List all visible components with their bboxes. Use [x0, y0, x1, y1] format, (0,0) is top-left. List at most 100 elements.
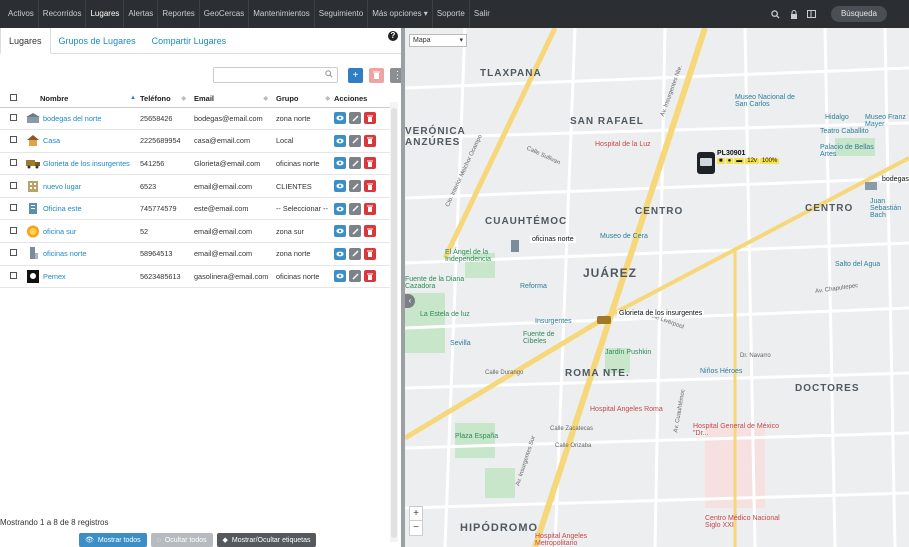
- place-marker[interactable]: [865, 182, 877, 192]
- view-button[interactable]: [334, 247, 346, 260]
- delete-button[interactable]: [364, 180, 376, 193]
- search-button[interactable]: Búsqueda: [830, 6, 887, 22]
- row-checkbox[interactable]: [9, 226, 17, 234]
- table-row[interactable]: oficina sur 52 email@email.com zona sur: [0, 219, 390, 244]
- delete-selected-button[interactable]: [369, 67, 384, 83]
- row-checkbox[interactable]: [9, 249, 17, 257]
- col-grupo[interactable]: Grupo ◆: [272, 91, 334, 108]
- view-button[interactable]: [334, 225, 346, 238]
- sidebar-toggle-icon[interactable]: [807, 9, 817, 19]
- delete-button[interactable]: [364, 225, 376, 238]
- place-name-link[interactable]: nuevo lugar: [43, 182, 81, 191]
- nav-item[interactable]: Soporte: [433, 0, 470, 28]
- name-cell: nuevo lugar: [26, 174, 140, 198]
- phone-cell: 2225689954: [140, 129, 190, 153]
- table-row[interactable]: Glorieta de los insurgentes 541256 Glori…: [0, 152, 390, 176]
- table-row[interactable]: nuevo lugar 6523 email@email.com CLIENTE…: [0, 174, 390, 198]
- view-button[interactable]: [334, 134, 346, 147]
- nav-item[interactable]: GeoCercas: [200, 0, 250, 28]
- edit-button[interactable]: [349, 247, 361, 260]
- place-name-link[interactable]: oficinas norte: [43, 249, 86, 258]
- row-checkbox[interactable]: [9, 271, 17, 279]
- edit-button[interactable]: [349, 180, 361, 193]
- view-button[interactable]: [334, 112, 346, 125]
- select-all-checkbox[interactable]: [9, 94, 17, 102]
- nav-item[interactable]: Mantenimientos: [249, 0, 315, 28]
- edit-button[interactable]: [349, 225, 361, 238]
- hide-all-button[interactable]: ◌ Ocultar todos: [150, 533, 213, 547]
- edit-button[interactable]: [349, 134, 361, 147]
- place-name-link[interactable]: bodegas del norte: [43, 114, 101, 123]
- name-cell: Pemex: [26, 265, 140, 289]
- table-row[interactable]: Pemex 5623485613 gasolinera@email.com of…: [0, 265, 390, 289]
- sun-icon: [26, 225, 40, 238]
- edit-button[interactable]: [349, 112, 361, 125]
- table-row[interactable]: Oficina este 745774579 este@email.com --…: [0, 197, 390, 221]
- edit-button[interactable]: [349, 157, 361, 170]
- marker-label: oficinas norte: [530, 236, 576, 243]
- place-name-link[interactable]: Oficina este: [43, 204, 82, 213]
- map-type-select[interactable]: Mapa ▾: [409, 34, 467, 47]
- place-name-link[interactable]: Pemex: [43, 272, 66, 281]
- place-name-link[interactable]: oficina sur: [43, 227, 76, 236]
- search-icon[interactable]: [771, 9, 781, 19]
- help-icon[interactable]: ?: [388, 31, 398, 41]
- zoom-in-button[interactable]: +: [410, 507, 422, 521]
- edit-button[interactable]: [349, 270, 361, 283]
- col-email[interactable]: Email ◆: [190, 91, 272, 108]
- place-marker[interactable]: [511, 240, 519, 254]
- add-place-button[interactable]: +: [348, 67, 363, 83]
- delete-button[interactable]: [364, 247, 376, 260]
- table-row[interactable]: Casa 2225689954 casa@email.com Local: [0, 129, 390, 153]
- place-name-link[interactable]: Casa: [43, 136, 60, 145]
- map-view[interactable]: Mapa ▾ TLAXPANA SAN RAFAEL VERÓNICA ANZÚR…: [405, 28, 909, 547]
- search-input[interactable]: [213, 67, 338, 83]
- tab[interactable]: Lugares: [0, 28, 51, 54]
- zoom-out-button[interactable]: −: [410, 521, 422, 535]
- toggle-labels-button[interactable]: ◆ Mostrar/Ocultar etiquetas: [216, 533, 317, 547]
- scrollbar-thumb[interactable]: [391, 108, 397, 538]
- nav-item[interactable]: Seguimiento: [315, 0, 369, 28]
- view-button[interactable]: [334, 157, 346, 170]
- vehicle-marker[interactable]: [697, 152, 715, 174]
- delete-button[interactable]: [364, 157, 376, 170]
- col-acciones-label: Acciones: [334, 94, 368, 104]
- table-row[interactable]: bodegas del norte 25658426 bodegas@email…: [0, 107, 390, 131]
- row-checkbox[interactable]: [9, 204, 17, 212]
- district-label: JUÁREZ: [583, 266, 638, 280]
- delete-button[interactable]: [364, 270, 376, 283]
- place-marker[interactable]: [597, 316, 611, 326]
- delete-button[interactable]: [364, 134, 376, 147]
- row-checkbox[interactable]: [9, 181, 17, 189]
- view-button[interactable]: [334, 270, 346, 283]
- row-checkbox[interactable]: [9, 136, 17, 144]
- nav-item[interactable]: Lugares: [86, 0, 125, 28]
- row-checkbox[interactable]: [9, 158, 17, 166]
- tab[interactable]: Grupos de Lugares: [51, 28, 144, 54]
- view-button[interactable]: [334, 202, 346, 215]
- lock-icon[interactable]: [789, 9, 799, 19]
- place-name-link[interactable]: Glorieta de los insurgentes: [43, 159, 130, 168]
- col-telefono-label: Teléfono: [140, 94, 171, 104]
- view-button[interactable]: [334, 180, 346, 193]
- nav-item[interactable]: Activos: [4, 0, 39, 28]
- name-cell: Oficina este: [26, 197, 140, 221]
- nav-item[interactable]: Recorridos: [39, 0, 87, 28]
- nav-item[interactable]: Más opciones ▾: [368, 0, 433, 28]
- nav-item[interactable]: Reportes: [158, 0, 200, 28]
- show-all-button[interactable]: 👁 Mostrar todos: [79, 533, 147, 547]
- nav-item[interactable]: Alertas: [124, 0, 159, 28]
- col-nombre[interactable]: Nombre ▲: [26, 91, 140, 108]
- table-row[interactable]: oficinas norte 58964513 email@email.com …: [0, 242, 390, 266]
- tab[interactable]: Compartir Lugares: [144, 28, 235, 54]
- delete-button[interactable]: [364, 202, 376, 215]
- warehouse-icon: [865, 182, 877, 190]
- poi-label: La Estela de luz: [420, 311, 470, 318]
- delete-button[interactable]: [364, 112, 376, 125]
- actions-cell: [334, 242, 390, 266]
- edit-button[interactable]: [349, 202, 361, 215]
- top-navbar: Activos Recorridos Lugares Alertas Reportes G…: [0, 0, 909, 28]
- col-telefono[interactable]: Teléfono ◆: [140, 91, 190, 108]
- nav-item[interactable]: Salir: [470, 0, 494, 28]
- row-checkbox[interactable]: [9, 113, 17, 121]
